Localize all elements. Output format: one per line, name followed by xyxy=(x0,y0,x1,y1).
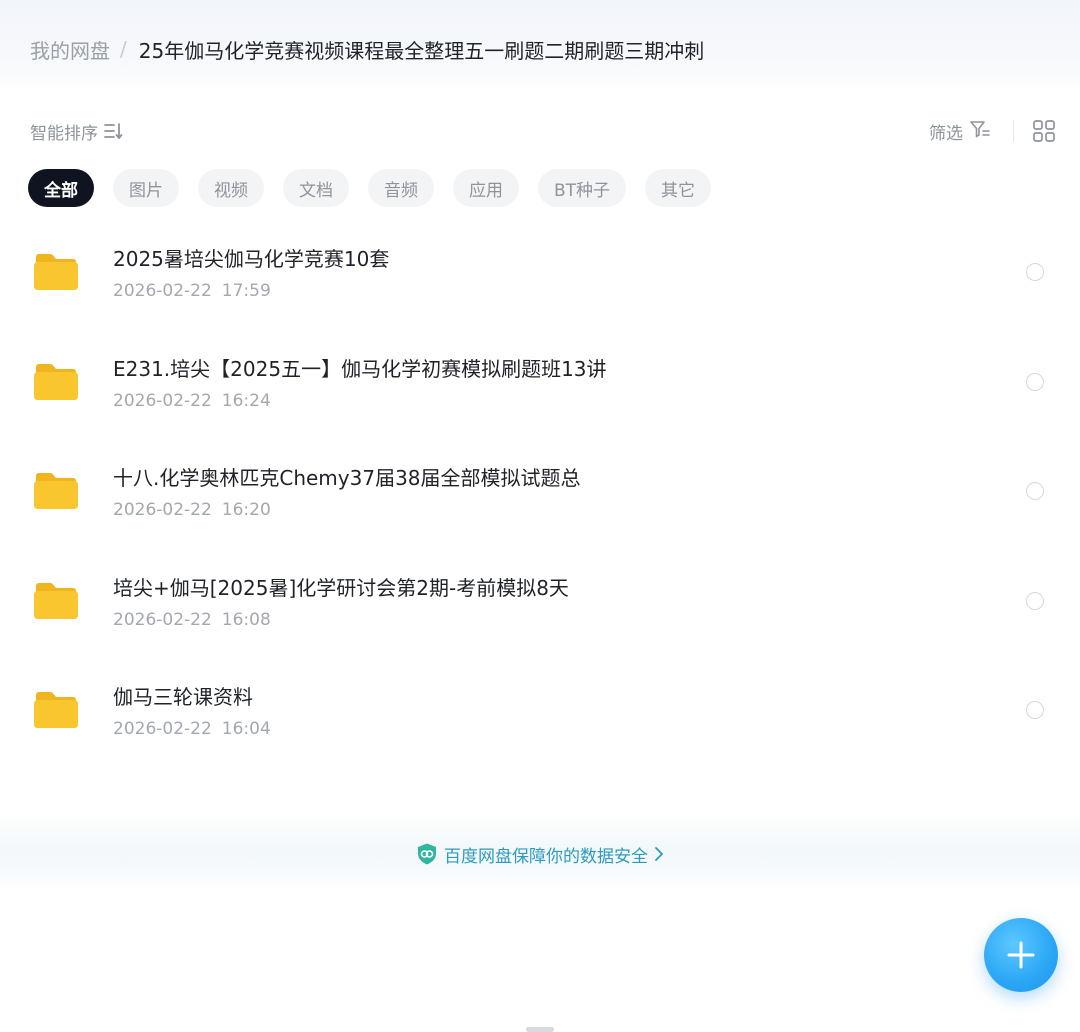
file-row[interactable]: 培尖+伽马[2025暑]化学研讨会第2期-考前模拟8天 2026-02-22 16… xyxy=(0,547,1080,657)
chevron-right-icon xyxy=(654,846,664,862)
tab-others[interactable]: 其它 xyxy=(645,169,712,207)
filter-funnel-icon xyxy=(969,119,991,144)
home-indicator xyxy=(526,1027,554,1032)
file-name: 伽马三轮课资料 xyxy=(113,685,253,709)
filter-button[interactable]: 筛选 xyxy=(929,119,991,144)
select-radio[interactable] xyxy=(1026,372,1044,391)
file-name: E231.培尖【2025五一】伽马化学初赛模拟刷题班13讲 xyxy=(113,356,607,381)
select-radio[interactable] xyxy=(1026,701,1044,719)
filter-label: 筛选 xyxy=(929,123,963,144)
security-banner: 百度网盘保障你的数据安全 xyxy=(0,812,1080,892)
toolbar-divider xyxy=(1013,120,1014,142)
file-row[interactable]: 2025暑培尖伽马化学竞赛10套 2026-02-22 17:59 xyxy=(0,218,1080,328)
folder-icon xyxy=(33,361,79,401)
file-date: 2026-02-22 xyxy=(113,390,212,411)
file-date: 2026-02-22 xyxy=(113,500,212,520)
file-modified: 2026-02-22 16:04 xyxy=(113,719,271,739)
file-time: 16:24 xyxy=(221,390,271,411)
sort-button[interactable]: 智能排序 xyxy=(30,119,124,144)
file-time: 17:59 xyxy=(221,281,271,301)
folder-icon xyxy=(33,470,79,510)
toolbar-right: 筛选 xyxy=(929,119,1056,144)
file-time: 16:20 xyxy=(221,500,271,520)
file-time: 16:04 xyxy=(221,719,271,739)
toolbar: 智能排序 筛选 xyxy=(30,118,1056,144)
file-date: 2026-02-22 xyxy=(113,609,212,630)
file-row[interactable]: 十八.化学奥林匹克Chemy37届38届全部模拟试题总 2026-02-22 16… xyxy=(0,437,1080,547)
file-row[interactable]: E231.培尖【2025五一】伽马化学初赛模拟刷题班13讲 2026-02-22… xyxy=(0,328,1080,438)
security-link[interactable]: 百度网盘保障你的数据安全 xyxy=(416,842,664,867)
file-date: 2026-02-22 xyxy=(113,719,212,739)
grid-view-icon[interactable] xyxy=(1032,119,1056,143)
file-modified: 2026-02-22 16:20 xyxy=(113,500,271,520)
breadcrumb-separator: / xyxy=(120,37,127,61)
tab-all[interactable]: 全部 xyxy=(28,169,94,207)
file-name: 十八.化学奥林匹克Chemy37届38届全部模拟试题总 xyxy=(113,466,581,490)
select-radio[interactable] xyxy=(1026,591,1044,610)
folder-icon xyxy=(33,580,79,620)
folder-icon xyxy=(33,689,79,729)
file-date: 2026-02-22 xyxy=(113,281,212,301)
select-radio[interactable] xyxy=(1026,263,1044,281)
tab-bt-torrents[interactable]: BT种子 xyxy=(538,169,627,207)
file-browser-page: 我的网盘 / 25年伽马化学竞赛视频课程最全整理五一刷题二期刷题三期冲刺 智能排… xyxy=(0,0,1080,1032)
plus-icon xyxy=(1006,940,1036,970)
file-modified: 2026-02-22 17:59 xyxy=(113,281,271,301)
file-row[interactable]: 伽马三轮课资料 2026-02-22 16:04 xyxy=(0,656,1080,766)
sort-label: 智能排序 xyxy=(30,123,98,144)
tab-documents[interactable]: 文档 xyxy=(283,169,349,207)
file-modified: 2026-02-22 16:08 xyxy=(113,610,271,630)
file-list: 2025暑培尖伽马化学竞赛10套 2026-02-22 17:59 E231.培尖… xyxy=(0,218,1080,766)
file-name: 培尖+伽马[2025暑]化学研讨会第2期-考前模拟8天 xyxy=(113,575,569,600)
shield-icon xyxy=(416,842,438,866)
select-radio[interactable] xyxy=(1026,482,1044,500)
tab-audio[interactable]: 音频 xyxy=(368,169,434,207)
tab-images[interactable]: 图片 xyxy=(113,169,179,207)
tab-apps[interactable]: 应用 xyxy=(453,169,519,207)
breadcrumb-root-link[interactable]: 我的网盘 xyxy=(30,35,110,64)
breadcrumb-current-folder: 25年伽马化学竞赛视频课程最全整理五一刷题二期刷题三期冲刺 xyxy=(138,38,705,63)
file-modified: 2026-02-22 16:24 xyxy=(113,391,271,411)
add-button[interactable] xyxy=(984,918,1058,992)
security-text: 百度网盘保障你的数据安全 xyxy=(444,846,648,867)
tab-videos[interactable]: 视频 xyxy=(198,169,264,207)
sort-lines-icon xyxy=(104,122,124,140)
category-tabs: 全部 图片 视频 文档 音频 应用 BT种子 其它 xyxy=(28,169,712,207)
folder-icon xyxy=(33,251,79,291)
file-time: 16:08 xyxy=(221,609,271,630)
file-name: 2025暑培尖伽马化学竞赛10套 xyxy=(113,247,390,271)
breadcrumb: 我的网盘 / 25年伽马化学竞赛视频课程最全整理五一刷题二期刷题三期冲刺 xyxy=(30,34,704,64)
